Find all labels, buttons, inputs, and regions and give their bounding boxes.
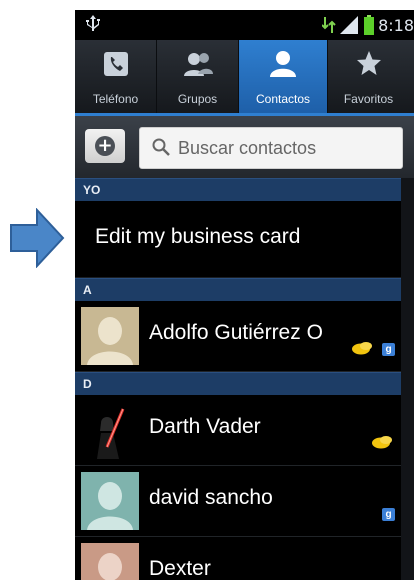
- tab-contactos-label: Contactos: [255, 92, 311, 106]
- add-contact-button[interactable]: +: [85, 129, 125, 163]
- contact-row[interactable]: david sancho g: [75, 466, 401, 537]
- group-icon: [183, 53, 213, 76]
- section-header-a: A: [75, 278, 401, 301]
- default-avatar-icon: [81, 543, 139, 580]
- usb-icon: [86, 15, 100, 31]
- section-header-d: D: [75, 372, 401, 395]
- search-row: +: [75, 116, 414, 178]
- tab-favoritos-label: Favoritos: [343, 92, 394, 106]
- tab-grupos-label: Grupos: [177, 92, 218, 106]
- darth-vader-avatar: [81, 401, 139, 459]
- contacts-list: YO Edit my business card A Adolfo Gutiér…: [75, 178, 401, 580]
- section-header-yo: YO: [75, 178, 401, 201]
- google-sync-icon: g: [382, 508, 395, 521]
- contact-row[interactable]: Adolfo Gutiérrez O g: [75, 301, 401, 372]
- contact-name: Dexter: [149, 557, 211, 580]
- star-icon: [356, 51, 381, 75]
- search-icon: [152, 138, 170, 156]
- search-box[interactable]: [139, 127, 403, 169]
- yellow-chat-icon: [352, 342, 372, 355]
- data-arrows-icon: [322, 17, 336, 33]
- default-avatar-icon: [81, 307, 139, 365]
- phone-screen: 8:18 Teléfono Grupos Contactos Favoritos…: [75, 10, 414, 580]
- business-card-row[interactable]: Edit my business card: [75, 201, 401, 278]
- tab-telefono-label: Teléfono: [92, 92, 139, 106]
- signal-icon: [340, 16, 359, 34]
- search-input[interactable]: [176, 135, 400, 161]
- phone-icon: [103, 52, 128, 76]
- tab-telefono[interactable]: Teléfono: [75, 40, 157, 114]
- google-sync-icon: g: [382, 343, 395, 356]
- default-avatar-icon: [81, 472, 139, 530]
- contact-name: david sancho: [149, 486, 273, 509]
- person-icon: [270, 51, 296, 77]
- contact-row[interactable]: Dexter: [75, 537, 401, 580]
- business-card-label: Edit my business card: [95, 225, 301, 248]
- tab-contactos[interactable]: Contactos: [239, 40, 328, 114]
- plus-icon: +: [95, 136, 115, 156]
- contact-row[interactable]: Darth Vader: [75, 395, 401, 466]
- contact-name: Darth Vader: [149, 415, 261, 438]
- tab-bar: Teléfono Grupos Contactos Favoritos: [75, 40, 414, 114]
- status-time: 8:18: [378, 15, 414, 35]
- pointer-arrow-icon: [10, 208, 65, 268]
- tab-grupos[interactable]: Grupos: [157, 40, 239, 114]
- scrollbar-track[interactable]: [401, 178, 414, 580]
- contact-name: Adolfo Gutiérrez O: [149, 321, 323, 344]
- status-bar: 8:18: [75, 10, 414, 40]
- tab-favoritos[interactable]: Favoritos: [328, 40, 409, 114]
- yellow-chat-icon: [372, 436, 392, 449]
- battery-icon: [364, 15, 375, 35]
